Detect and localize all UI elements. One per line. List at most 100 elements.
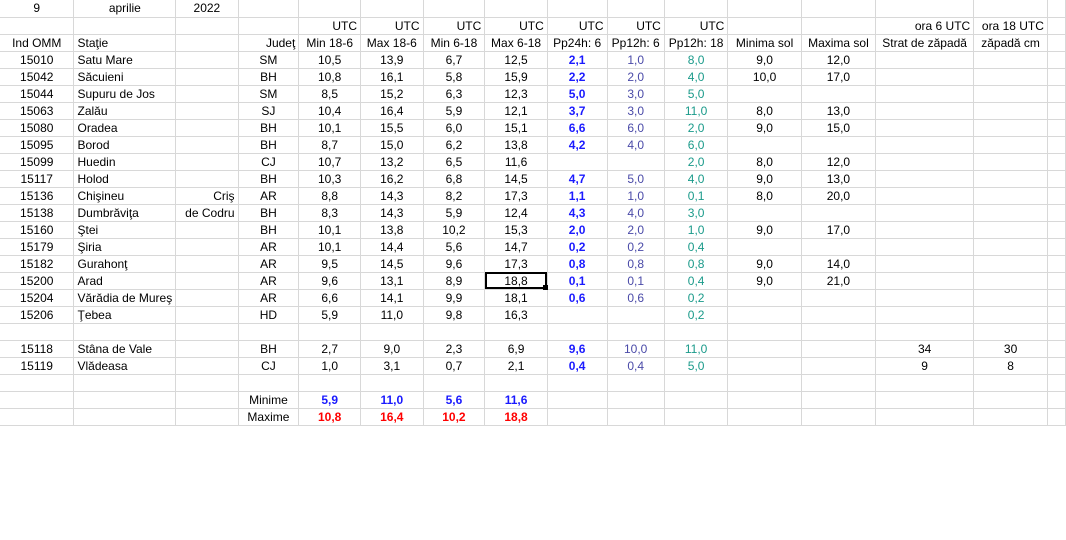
zapada-cm-cell[interactable]: 8 [973, 357, 1048, 375]
header-zapada-cm[interactable]: zăpadă cm [973, 34, 1048, 52]
pp12h-18-cell[interactable]: 0,2 [664, 306, 729, 324]
pp12h-6-cell[interactable]: 0,2 [607, 238, 665, 256]
empty-cell[interactable] [1047, 408, 1066, 426]
pp12h-18-cell[interactable]: 1,0 [664, 221, 729, 239]
zapada-cm-cell[interactable] [973, 187, 1048, 205]
statie-extra-cell[interactable] [175, 238, 239, 256]
max-18-6-cell[interactable]: 15,2 [360, 85, 424, 103]
judet-cell[interactable]: BH [238, 204, 300, 222]
min-6-18-cell[interactable]: 5,8 [423, 68, 486, 86]
pp12h-18-cell[interactable]: 0,1 [664, 187, 729, 205]
ind-omm-cell[interactable]: 15095 [0, 136, 75, 154]
max-18-6-cell[interactable]: 13,1 [360, 272, 424, 290]
minima-sol-cell[interactable] [727, 357, 802, 375]
pp12h-6-cell[interactable]: 6,0 [607, 119, 665, 137]
min-18-6-cell[interactable]: 8,3 [298, 204, 362, 222]
header-pp12h-18[interactable]: Pp12h: 18 [664, 34, 729, 52]
strat-zapada-cell[interactable] [875, 68, 975, 86]
judet-cell[interactable]: CJ [238, 357, 300, 375]
empty-cell[interactable] [0, 391, 75, 409]
max-18-6-cell[interactable]: 16,1 [360, 68, 424, 86]
min-6-18-cell[interactable]: 6,0 [423, 119, 486, 137]
empty-cell[interactable] [175, 17, 239, 35]
judet-cell[interactable]: BH [238, 170, 300, 188]
ind-omm-cell[interactable]: 15080 [0, 119, 75, 137]
pp12h-18-cell[interactable]: 0,8 [664, 255, 729, 273]
statie-extra-cell[interactable] [175, 136, 239, 154]
empty-cell[interactable] [727, 391, 802, 409]
header-statie[interactable]: Staţie [73, 34, 177, 52]
strat-zapada-cell[interactable] [875, 221, 975, 239]
empty-cell[interactable] [727, 408, 802, 426]
empty-cell[interactable] [73, 374, 177, 392]
strat-zapada-cell[interactable] [875, 323, 975, 341]
empty-cell[interactable] [607, 408, 665, 426]
max-18-6-cell[interactable]: 14,3 [360, 204, 424, 222]
header-judet[interactable]: Judeţ [238, 34, 300, 52]
max-18-6-cell[interactable]: 9,0 [360, 340, 424, 358]
pp24h-cell[interactable]: 4,2 [547, 136, 608, 154]
strat-zapada-cell[interactable]: 9 [875, 357, 975, 375]
maxima-sol-cell[interactable] [801, 238, 877, 256]
max-18-6-cell[interactable]: 14,4 [360, 238, 424, 256]
minima-sol-cell[interactable]: 9,0 [727, 119, 802, 137]
statie-cell[interactable]: Ştei [73, 221, 177, 239]
max-6-18-cell[interactable]: 17,3 [484, 255, 548, 273]
minima-sol-cell[interactable] [727, 340, 802, 358]
pp12h-6-cell[interactable]: 4,0 [607, 204, 665, 222]
pp24h-cell[interactable]: 0,2 [547, 238, 608, 256]
judet-cell[interactable]: AR [238, 187, 300, 205]
empty-cell[interactable] [175, 391, 239, 409]
empty-cell[interactable] [973, 0, 1048, 18]
maxime-min-6-18-cell[interactable]: 10,2 [423, 408, 486, 426]
pp24h-cell[interactable] [547, 306, 608, 324]
pp12h-18-cell[interactable]: 3,0 [664, 204, 729, 222]
empty-cell[interactable] [727, 374, 802, 392]
empty-cell[interactable] [1047, 272, 1066, 290]
maxima-sol-cell[interactable]: 12,0 [801, 51, 877, 69]
minime-min-18-6-cell[interactable]: 5,9 [298, 391, 362, 409]
minime-max-6-18-cell[interactable]: 11,6 [484, 391, 548, 409]
max-6-18-cell[interactable]: 12,5 [484, 51, 548, 69]
empty-cell[interactable] [727, 17, 802, 35]
empty-cell[interactable] [484, 374, 548, 392]
min-6-18-cell[interactable]: 2,3 [423, 340, 486, 358]
max-18-6-cell[interactable]: 13,2 [360, 153, 424, 171]
empty-cell[interactable] [360, 374, 424, 392]
min-18-6-cell[interactable]: 10,4 [298, 102, 362, 120]
utc-label-cell[interactable]: UTC [547, 17, 608, 35]
pp12h-6-cell[interactable]: 0,1 [607, 272, 665, 290]
max-6-18-cell[interactable]: 17,3 [484, 187, 548, 205]
zapada-cm-cell[interactable] [973, 255, 1048, 273]
utc-label-cell[interactable]: UTC [360, 17, 424, 35]
ind-omm-cell[interactable]: 15117 [0, 170, 75, 188]
maxima-sol-cell[interactable]: 17,0 [801, 221, 877, 239]
ind-omm-cell[interactable]: 15204 [0, 289, 75, 307]
zapada-cm-cell[interactable] [973, 272, 1048, 290]
pp24h-cell[interactable]: 9,6 [547, 340, 608, 358]
strat-zapada-cell[interactable] [875, 85, 975, 103]
pp24h-cell[interactable]: 4,3 [547, 204, 608, 222]
min-6-18-cell[interactable]: 10,2 [423, 221, 486, 239]
pp12h-18-cell[interactable]: 2,0 [664, 119, 729, 137]
max-18-6-cell[interactable]: 16,2 [360, 170, 424, 188]
statie-cell[interactable] [73, 323, 177, 341]
minime-min-6-18-cell[interactable]: 5,6 [423, 391, 486, 409]
min-6-18-cell[interactable]: 9,6 [423, 255, 486, 273]
max-18-6-cell[interactable]: 14,1 [360, 289, 424, 307]
max-18-6-cell[interactable]: 11,0 [360, 306, 424, 324]
statie-extra-cell[interactable] [175, 306, 239, 324]
min-18-6-cell[interactable] [298, 323, 362, 341]
min-6-18-cell[interactable]: 5,9 [423, 102, 486, 120]
min-18-6-cell[interactable]: 10,8 [298, 68, 362, 86]
zapada-cm-cell[interactable]: 30 [973, 340, 1048, 358]
judet-cell[interactable]: BH [238, 68, 300, 86]
empty-cell[interactable] [1047, 0, 1066, 18]
pp12h-18-cell[interactable]: 5,0 [664, 85, 729, 103]
header-pp24h[interactable]: Pp24h: 6 [547, 34, 608, 52]
empty-cell[interactable] [298, 374, 362, 392]
max-6-18-cell[interactable]: 12,1 [484, 102, 548, 120]
maxima-sol-cell[interactable] [801, 357, 877, 375]
max-18-6-cell[interactable]: 15,0 [360, 136, 424, 154]
min-6-18-cell[interactable]: 6,7 [423, 51, 486, 69]
